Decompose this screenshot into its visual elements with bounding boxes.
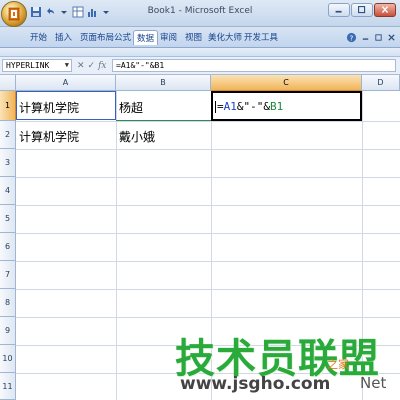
cancel-icon[interactable]: ✕ <box>77 61 85 71</box>
row-header-1[interactable]: 1 <box>0 91 16 121</box>
formula-ref-a1: A1 <box>223 100 237 113</box>
tab-home[interactable]: 开始 <box>30 31 47 46</box>
formula-buttons: ✕ ✓ fx <box>77 59 107 72</box>
tab-review[interactable]: 审阅 <box>160 31 177 46</box>
gridline <box>16 289 400 290</box>
close-button[interactable] <box>374 3 396 17</box>
ribbon-body <box>0 48 400 57</box>
cell-b1[interactable]: 杨超 <box>119 99 143 116</box>
formula-concat: &"-"& <box>236 100 270 113</box>
reference-highlight-b1 <box>116 120 211 121</box>
cell-a1[interactable]: 计算机学院 <box>19 99 79 116</box>
cell-c1-formula: =A1&"-"&B1 <box>215 100 283 113</box>
minimize-button[interactable] <box>328 3 350 17</box>
watermark-suffix: Net <box>360 374 387 392</box>
row-header-7[interactable]: 7 <box>0 261 16 289</box>
row-header-9[interactable]: 9 <box>0 317 16 345</box>
formula-equals: = <box>217 100 224 113</box>
restore-button[interactable] <box>351 3 373 17</box>
gridline <box>16 121 400 122</box>
restore-ribbon-icon[interactable] <box>374 33 383 45</box>
row-header-2[interactable]: 2 <box>0 121 16 149</box>
window-controls <box>328 3 396 17</box>
chevron-down-icon[interactable]: ▼ <box>65 61 69 69</box>
column-header-d[interactable]: D <box>362 75 400 91</box>
name-box-value: HYPERLINK <box>6 61 50 70</box>
watermark-url: www.jsgho.com <box>180 374 331 394</box>
enter-icon[interactable]: ✓ <box>88 61 96 71</box>
active-cell-c1[interactable]: =A1&"-"&B1 <box>211 91 362 121</box>
ribbon-right-controls: ? <box>346 32 396 46</box>
text-caret <box>215 101 216 113</box>
tab-view[interactable]: 视图 <box>185 31 202 46</box>
gridline <box>16 261 400 262</box>
gridline <box>16 177 400 178</box>
formula-input[interactable]: =A1&"-"&B1 <box>112 59 396 72</box>
tab-formulas[interactable]: 公式 <box>114 31 131 46</box>
insert-function-button[interactable]: fx <box>98 61 106 71</box>
help-icon[interactable]: ? <box>346 32 357 46</box>
minimize-ribbon-icon[interactable] <box>361 33 370 45</box>
formula-ref-b1: B1 <box>270 100 284 113</box>
gridline <box>116 91 117 400</box>
ribbon-tabs: 开始 插入 页面布局 公式 数据 审阅 视图 美化大师 开发工具 ? <box>0 27 400 48</box>
svg-text:?: ? <box>350 33 354 42</box>
column-header-a[interactable]: A <box>16 75 116 91</box>
tab-page-layout[interactable]: 页面布局 <box>80 31 114 46</box>
column-header-b[interactable]: B <box>116 75 211 91</box>
office-logo-icon <box>8 7 20 21</box>
office-button[interactable] <box>1 1 27 27</box>
tab-developer[interactable]: 开发工具 <box>244 31 278 46</box>
watermark-subtitle: 之家 <box>327 358 349 371</box>
row-header-3[interactable]: 3 <box>0 149 16 177</box>
row-header-4[interactable]: 4 <box>0 177 16 205</box>
row-header-11[interactable]: 11 <box>0 373 16 400</box>
cell-b2[interactable]: 戴小娥 <box>119 128 155 145</box>
select-all-button[interactable] <box>0 75 16 91</box>
title-bar: Book1 - Microsoft Excel <box>0 0 400 27</box>
close-workbook-icon[interactable] <box>387 33 396 45</box>
row-header-5[interactable]: 5 <box>0 205 16 233</box>
row-header-8[interactable]: 8 <box>0 289 16 317</box>
gridline <box>16 317 400 318</box>
tab-insert[interactable]: 插入 <box>55 31 72 46</box>
row-header-6[interactable]: 6 <box>0 233 16 261</box>
column-headers: A B C D <box>0 75 400 91</box>
column-header-c[interactable]: C <box>211 75 362 91</box>
gridline <box>16 205 400 206</box>
row-header-10[interactable]: 10 <box>0 345 16 373</box>
formula-bar: HYPERLINK ▼ ✕ ✓ fx =A1&"-"&B1 <box>0 57 400 75</box>
gridline <box>16 149 400 150</box>
tab-beautify-master[interactable]: 美化大师 <box>208 31 242 46</box>
cell-a2[interactable]: 计算机学院 <box>19 128 79 145</box>
name-box[interactable]: HYPERLINK ▼ <box>2 59 72 72</box>
gridline <box>16 233 400 234</box>
tab-data[interactable]: 数据 <box>133 30 159 45</box>
